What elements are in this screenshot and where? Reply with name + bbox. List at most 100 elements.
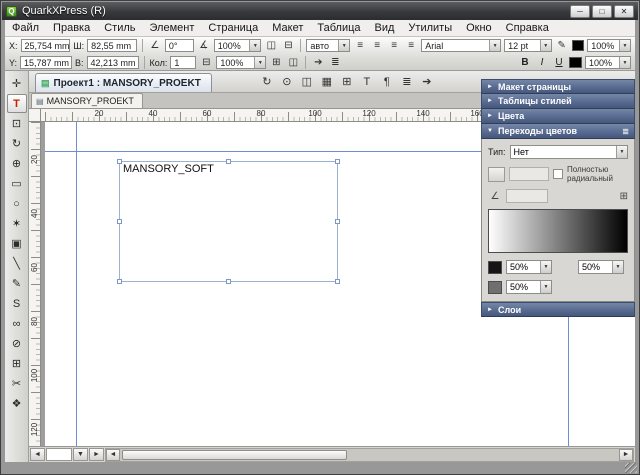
- horizontal-scrollbar[interactable]: ◄ ►: [105, 448, 634, 462]
- pen-icon[interactable]: ✎: [555, 39, 569, 53]
- resize-handle[interactable]: [335, 219, 340, 224]
- blend-shade1-select[interactable]: 50% ▼: [506, 260, 552, 274]
- menu-window[interactable]: Окно: [459, 21, 499, 35]
- align-right-icon[interactable]: ≡: [387, 39, 401, 53]
- resize-handle[interactable]: [226, 159, 231, 164]
- text-color-swatch[interactable]: [572, 40, 584, 51]
- blend-color1-swatch[interactable]: [488, 261, 502, 274]
- grid-icon[interactable]: ⊞: [340, 75, 354, 89]
- palette-menu-icon[interactable]: ≣: [622, 127, 629, 136]
- text-opacity-select[interactable]: 100% ▼: [587, 39, 631, 52]
- maximize-button[interactable]: □: [592, 5, 612, 18]
- flip-vertical-icon[interactable]: ⊟: [281, 39, 295, 53]
- page-popup-button[interactable]: ▼: [73, 448, 88, 461]
- resize-handle[interactable]: [335, 279, 340, 284]
- resize-handle[interactable]: [226, 279, 231, 284]
- palette-header-style-sheets[interactable]: ► Таблицы стилей: [481, 94, 635, 109]
- leading-select[interactable]: авто ▼: [306, 39, 350, 52]
- menu-help[interactable]: Справка: [499, 21, 556, 35]
- paragraph-icon[interactable]: ¶: [380, 75, 394, 89]
- dropdown-arrow-icon[interactable]: ▼: [489, 40, 500, 51]
- close-button[interactable]: ✕: [614, 5, 634, 18]
- project-tab[interactable]: ▤ Проект1 : MANSORY_PROEKT: [35, 73, 212, 92]
- resize-handle[interactable]: [117, 159, 122, 164]
- underline-button[interactable]: U: [552, 57, 566, 68]
- grid-icon[interactable]: ⊞: [269, 56, 283, 70]
- resize-handle[interactable]: [117, 219, 122, 224]
- scrollbar-thumb[interactable]: [122, 450, 347, 460]
- zoom-tool[interactable]: ⊕: [7, 154, 27, 173]
- palette-header-layers[interactable]: ► Слои: [481, 302, 635, 317]
- rotate-view-icon[interactable]: ↻: [260, 75, 274, 89]
- frame-icon[interactable]: ◫: [286, 56, 300, 70]
- pan-tool[interactable]: ❖: [7, 394, 27, 413]
- align-justify-icon[interactable]: ≡: [404, 39, 418, 53]
- resize-handle[interactable]: [117, 279, 122, 284]
- page-number-field[interactable]: [46, 448, 72, 461]
- dropdown-arrow-icon[interactable]: ▼: [540, 281, 551, 293]
- starburst-tool[interactable]: ✶: [7, 214, 27, 233]
- full-radial-checkbox[interactable]: [553, 169, 563, 179]
- minimize-button[interactable]: ─: [570, 5, 590, 18]
- x-input[interactable]: 25,754 mm: [21, 39, 71, 52]
- linking-tool[interactable]: ∞: [7, 314, 27, 333]
- dropdown-arrow-icon[interactable]: ▼: [254, 57, 265, 68]
- bezier-pen-tool[interactable]: ✎: [7, 274, 27, 293]
- menu-table[interactable]: Таблица: [310, 21, 367, 35]
- menu-edit[interactable]: Правка: [46, 21, 97, 35]
- scale-x-select[interactable]: 100% ▼: [214, 39, 262, 52]
- line-tool[interactable]: ╲: [7, 254, 27, 273]
- guides-icon[interactable]: ▦: [320, 75, 334, 89]
- item-tool[interactable]: ✛: [7, 74, 27, 93]
- palette-header-blends[interactable]: ▼ Переходы цветов ≣: [481, 124, 635, 139]
- align-left-icon[interactable]: ≡: [353, 39, 367, 53]
- resize-handle[interactable]: [335, 159, 340, 164]
- frame-select-icon[interactable]: ◫: [300, 75, 314, 89]
- width-input[interactable]: 82,55 mm: [87, 39, 137, 52]
- menu-view[interactable]: Вид: [368, 21, 402, 35]
- dropdown-arrow-icon[interactable]: ▼: [540, 261, 551, 273]
- scroll-left-button[interactable]: ◄: [106, 449, 120, 461]
- oval-box-tool[interactable]: ○: [7, 194, 27, 213]
- dropdown-arrow-icon[interactable]: ▼: [338, 40, 349, 51]
- menu-layout[interactable]: Макет: [265, 21, 310, 35]
- columns-input[interactable]: 1: [170, 56, 196, 69]
- align-center-icon[interactable]: ≡: [370, 39, 384, 53]
- angle-display-icon[interactable]: ⊙: [280, 75, 294, 89]
- dropdown-arrow-icon[interactable]: ▼: [619, 40, 630, 51]
- italic-button[interactable]: I: [535, 57, 549, 68]
- blend-shade2-select[interactable]: 50% ▼: [506, 280, 552, 294]
- menu-element[interactable]: Элемент: [143, 21, 202, 35]
- palette-header-page-layout[interactable]: ► Макет страницы: [481, 79, 635, 94]
- bold-button[interactable]: B: [518, 57, 532, 68]
- menu-utilities[interactable]: Утилиты: [401, 21, 459, 35]
- margin-guide-left[interactable]: [76, 122, 77, 446]
- dropdown-arrow-icon[interactable]: ▼: [249, 40, 260, 51]
- table-tool[interactable]: ⊞: [7, 354, 27, 373]
- list-icon[interactable]: ≣: [328, 56, 342, 70]
- menu-style[interactable]: Стиль: [97, 21, 142, 35]
- text-box-content[interactable]: MANSORY_SOFT: [123, 163, 214, 175]
- rotation-tool[interactable]: ↻: [7, 134, 27, 153]
- rectangle-box-tool[interactable]: ▭: [7, 174, 27, 193]
- menu-page[interactable]: Страница: [201, 21, 265, 35]
- angle-input[interactable]: 0°: [165, 39, 194, 52]
- fill-opacity-select[interactable]: 100% ▼: [585, 56, 631, 69]
- palette-header-colors[interactable]: ► Цвета: [481, 109, 635, 124]
- dropdown-arrow-icon[interactable]: ▼: [619, 57, 630, 68]
- flip-horizontal-icon[interactable]: ◫: [264, 39, 278, 53]
- blend-type-select[interactable]: Нет ▼: [510, 145, 628, 159]
- next-page-button[interactable]: ►: [89, 448, 104, 461]
- blend-color-swatch-button[interactable]: [488, 167, 505, 182]
- blend-color2-swatch[interactable]: [488, 281, 502, 294]
- scissors-tool[interactable]: ✂: [7, 374, 27, 393]
- dropdown-arrow-icon[interactable]: ▼: [612, 261, 623, 273]
- text-path-tool[interactable]: S: [7, 294, 27, 313]
- arrow-icon[interactable]: ➔: [311, 56, 325, 70]
- text-content-tool[interactable]: T: [7, 94, 27, 113]
- lines-icon[interactable]: ≣: [400, 75, 414, 89]
- y-input[interactable]: 15,787 mm: [20, 56, 72, 69]
- fill-color-swatch[interactable]: [569, 57, 582, 68]
- blend-midpoint-select[interactable]: 50% ▼: [578, 260, 624, 274]
- composition-zones-tool[interactable]: ▣: [7, 234, 27, 253]
